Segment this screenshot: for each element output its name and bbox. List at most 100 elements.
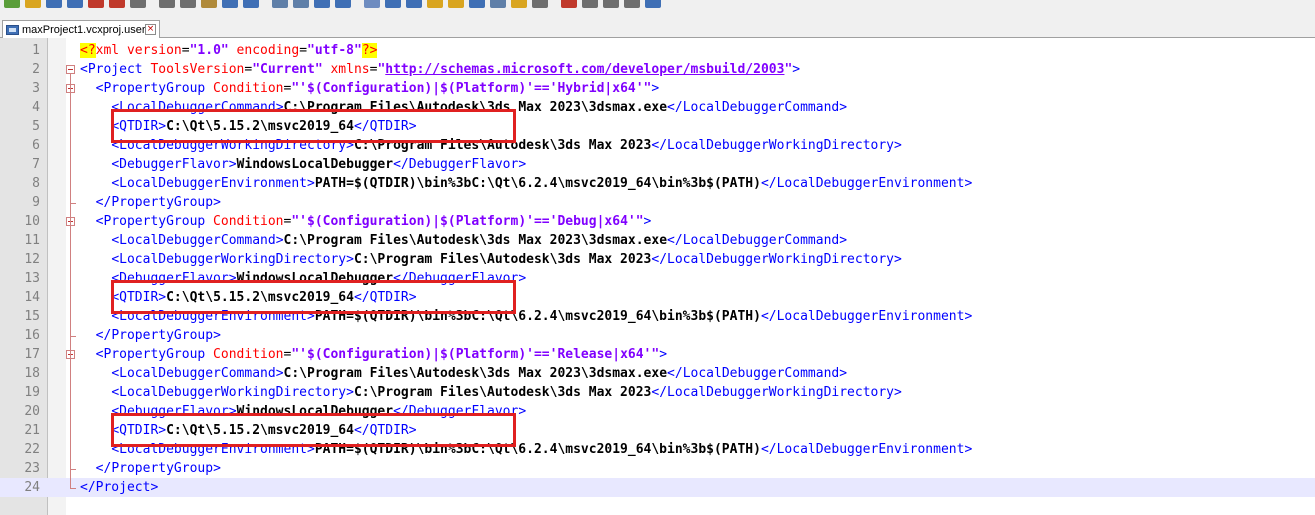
code-token: ?> [361, 43, 378, 58]
print-icon[interactable] [130, 0, 146, 8]
code-line[interactable]: 11 <LocalDebuggerCommand>C:\Program File… [0, 231, 1315, 250]
redo-icon[interactable] [243, 0, 259, 8]
code-line[interactable]: 19 <LocalDebuggerWorkingDirectory>C:\Pro… [0, 383, 1315, 402]
paste-icon[interactable] [201, 0, 217, 8]
macro-run-multiple-icon[interactable] [624, 0, 640, 8]
doc-map-icon[interactable] [469, 0, 485, 8]
replace-icon[interactable] [293, 0, 309, 8]
save-all-icon[interactable] [67, 0, 83, 8]
monitoring-icon[interactable] [532, 0, 548, 8]
code-line[interactable]: 17 <PropertyGroup Condition="'$(Configur… [0, 345, 1315, 364]
code-text: </PropertyGroup> [80, 326, 221, 345]
code-token: PropertyGroup [111, 328, 214, 343]
macro-play-icon[interactable] [603, 0, 619, 8]
code-token: </ [760, 176, 777, 191]
macro-save-icon[interactable] [645, 0, 661, 8]
line-number: 10 [24, 214, 40, 229]
word-wrap-icon[interactable] [385, 0, 401, 8]
sync-scroll-icon[interactable] [364, 0, 380, 8]
code-line[interactable]: 8 <LocalDebuggerEnvironment>PATH=$(QTDIR… [0, 174, 1315, 193]
save-icon[interactable] [46, 0, 62, 8]
fold-toggle-icon[interactable] [66, 65, 75, 74]
find-icon[interactable] [272, 0, 288, 8]
zoom-in-icon[interactable] [314, 0, 330, 8]
code-token: </ [80, 480, 96, 495]
close-tab-icon[interactable]: × [145, 24, 156, 35]
code-editor[interactable]: 1 <?xml version="1.0" encoding="utf-8"?> 2… [0, 38, 1315, 515]
close-all-icon[interactable] [109, 0, 125, 8]
code-token: </ [760, 309, 777, 324]
code-token: LocalDebuggerWorkingDirectory [667, 252, 895, 267]
code-line[interactable]: 7 <DebuggerFlavor>WindowsLocalDebugger</… [0, 155, 1315, 174]
line-number: 5 [32, 119, 40, 134]
code-line[interactable]: 23 </PropertyGroup> [0, 459, 1315, 478]
code-token: LocalDebuggerEnvironment [776, 176, 965, 191]
code-line[interactable]: 18 <LocalDebuggerCommand>C:\Program File… [0, 364, 1315, 383]
code-token: "utf-8" [307, 43, 362, 58]
indent-guide-icon[interactable] [427, 0, 443, 8]
code-token: encoding [228, 43, 300, 58]
close-file-icon[interactable] [88, 0, 104, 8]
undo-icon[interactable] [222, 0, 238, 8]
file-tab-label: maxProject1.vcxproj.user [22, 24, 146, 36]
line-number: 23 [24, 461, 40, 476]
code-line[interactable]: 10 <PropertyGroup Condition="'$(Configur… [0, 212, 1315, 231]
function-list-icon[interactable] [490, 0, 506, 8]
code-line[interactable]: 1 <?xml version="1.0" encoding="utf-8"?> [0, 41, 1315, 60]
toolbar [0, 0, 1315, 12]
code-token: </ [651, 385, 668, 400]
code-line[interactable]: 2 <Project ToolsVersion="Current" xmlns="… [0, 60, 1315, 79]
fold-guide-line [70, 226, 71, 336]
line-number: 4 [32, 100, 40, 115]
cut-icon[interactable] [159, 0, 175, 8]
line-number: 6 [32, 138, 40, 153]
code-token: < [111, 176, 120, 191]
line-number: 19 [24, 385, 40, 400]
code-token: LocalDebuggerWorkingDirectory [119, 252, 347, 267]
folder-workspace-icon[interactable] [511, 0, 527, 8]
code-text: <DebuggerFlavor>WindowsLocalDebugger</De… [80, 155, 526, 174]
line-number: 3 [32, 81, 40, 96]
macro-record-icon[interactable] [561, 0, 577, 8]
code-token: DebuggerFlavor [408, 157, 519, 172]
new-file-icon[interactable] [4, 0, 20, 8]
code-token: ToolsVersion [142, 62, 245, 77]
code-line[interactable]: 3 <PropertyGroup Condition="'$(Configura… [0, 79, 1315, 98]
code-token: < [111, 385, 120, 400]
line-number: 24 [24, 480, 40, 495]
user-language-icon[interactable] [448, 0, 464, 8]
code-text: <LocalDebuggerWorkingDirectory>C:\Progra… [80, 383, 902, 402]
code-token: Project [95, 480, 151, 495]
code-token: < [111, 252, 120, 267]
line-number: 22 [24, 442, 40, 457]
code-text: <PropertyGroup Condition="'$(Configurati… [80, 79, 660, 98]
show-all-chars-icon[interactable] [406, 0, 422, 8]
line-number: 14 [24, 290, 40, 305]
code-text: <Project ToolsVersion="Current" xmlns="h… [80, 60, 800, 79]
fold-end-marker [70, 336, 76, 337]
copy-icon[interactable] [180, 0, 196, 8]
file-tab[interactable]: maxProject1.vcxproj.user × [2, 20, 160, 38]
code-token: > [894, 252, 902, 267]
macro-stop-icon[interactable] [582, 0, 598, 8]
code-token: > [518, 271, 527, 286]
code-token: LocalDebuggerCommand [119, 366, 276, 381]
fold-end-marker [70, 488, 76, 489]
zoom-out-icon[interactable] [335, 0, 351, 8]
code-token: > [839, 366, 848, 381]
code-line[interactable]: 9 </PropertyGroup> [0, 193, 1315, 212]
code-line[interactable]: 24 </Project> [0, 478, 1315, 497]
code-token: = [181, 43, 190, 58]
open-folder-icon[interactable] [25, 0, 41, 8]
code-token: PropertyGroup [111, 461, 214, 476]
code-line[interactable]: 12 <LocalDebuggerWorkingDirectory>C:\Pro… [0, 250, 1315, 269]
fold-guide-line [70, 93, 71, 203]
line-number: 17 [24, 347, 40, 362]
code-token: LocalDebuggerWorkingDirectory [119, 385, 347, 400]
code-line[interactable]: 16 </PropertyGroup> [0, 326, 1315, 345]
code-token: </ [95, 195, 112, 210]
